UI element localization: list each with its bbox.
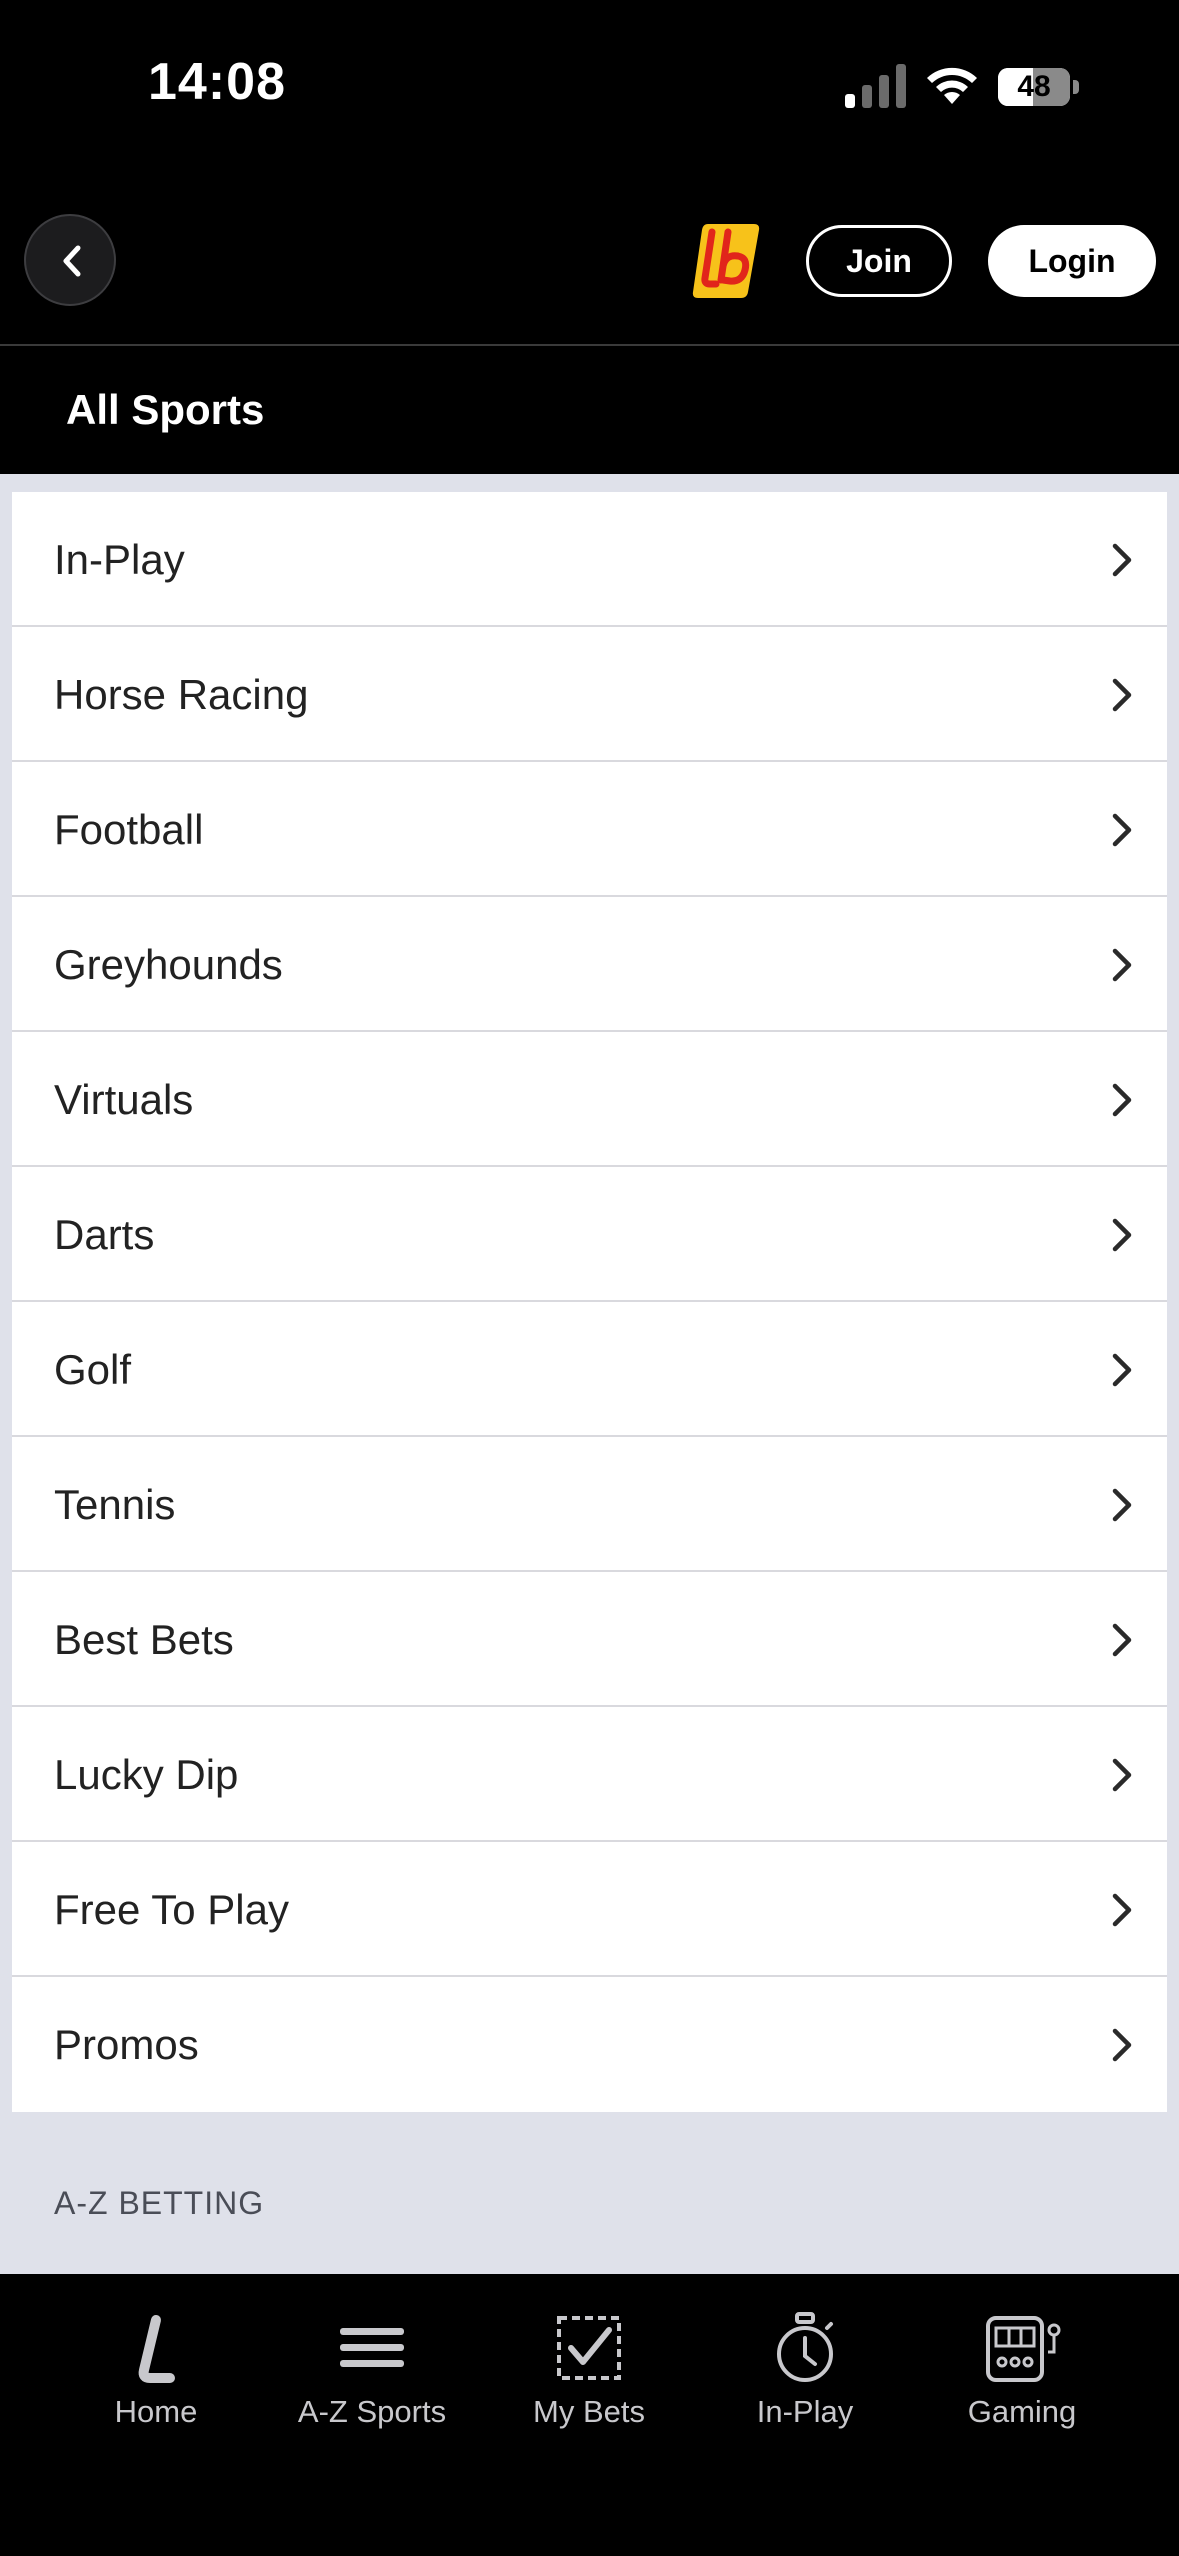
menu-item-label: In-Play [54,536,185,583]
battery-icon: 48 [998,68,1080,106]
menu-item-label: Greyhounds [54,941,283,988]
chevron-right-icon [1112,1353,1132,1387]
chevron-right-icon [1112,2028,1132,2062]
menu-item-label: Darts [54,1211,155,1258]
login-button[interactable]: Login [988,225,1156,297]
battery-level: 48 [1017,70,1051,103]
menu-item-tennis[interactable]: Tennis [12,1437,1167,1572]
tab-label: My Bets [533,2394,645,2429]
chevron-left-icon [63,245,81,277]
menu-item-label: Tennis [54,1481,176,1528]
status-time: 14:08 [148,53,286,111]
chevron-right-icon [1112,1083,1132,1117]
menu-item-label: Football [54,806,204,853]
bottom-tab-bar: Home A-Z Sports My Bets In-Play Gaming [0,2274,1179,2556]
chevron-right-icon [1112,1758,1132,1792]
menu-item-label: Golf [54,1346,132,1393]
menu-item-label: Promos [54,2021,199,2068]
lb-logo[interactable] [690,218,762,302]
tab-label: Home [114,2394,198,2429]
tab-my-bets[interactable]: My Bets [489,2312,689,2452]
chevron-right-icon [1112,1623,1132,1657]
app-header: Join Login [0,190,1179,346]
menu-item-label: Lucky Dip [54,1751,239,1798]
menu-item-virtuals[interactable]: Virtuals [12,1032,1167,1167]
chevron-right-icon [1112,1488,1132,1522]
menu-item-label: Free To Play [54,1886,289,1933]
status-bar: 14:08 48 [0,0,1179,190]
menu-icon [340,2328,404,2367]
wifi-icon [927,67,977,104]
tab-gaming[interactable]: Gaming [922,2312,1122,2452]
home-logo-icon [138,2315,175,2383]
menu-item-best-bets[interactable]: Best Bets [12,1572,1167,1707]
menu-item-lucky-dip[interactable]: Lucky Dip [12,1707,1167,1842]
title-bar: All Sports [0,346,1179,474]
tab-label: Gaming [967,2394,1077,2429]
menu-item-in-play[interactable]: In-Play [12,492,1167,627]
back-button[interactable] [24,214,116,306]
chevron-right-icon [1112,813,1132,847]
tab-home[interactable]: Home [56,2312,256,2452]
menu-item-football[interactable]: Football [12,762,1167,897]
menu-item-label: Best Bets [54,1616,234,1663]
battery-body: 48 [998,68,1070,106]
az-betting-heading: A-Z BETTING [54,2185,265,2221]
chevron-right-icon [1112,678,1132,712]
menu-item-free-to-play[interactable]: Free To Play [12,1842,1167,1977]
menu-item-label: Virtuals [54,1076,194,1123]
chevron-right-icon [1112,1893,1132,1927]
menu-item-horse-racing[interactable]: Horse Racing [12,627,1167,762]
stopwatch-icon [777,2312,833,2382]
page-title: All Sports [66,386,265,433]
menu-item-darts[interactable]: Darts [12,1167,1167,1302]
chevron-right-icon [1112,543,1132,577]
tab-label: A-Z Sports [297,2394,447,2429]
sports-menu-list: In-Play Horse Racing Football Greyhounds… [12,492,1167,2112]
tab-label: In-Play [756,2394,854,2429]
slot-machine-icon [986,2316,1061,2382]
chevron-right-icon [1112,948,1132,982]
join-button[interactable]: Join [806,225,952,297]
menu-item-greyhounds[interactable]: Greyhounds [12,897,1167,1032]
signal-icon [845,64,906,108]
tab-in-play[interactable]: In-Play [705,2312,905,2452]
menu-item-golf[interactable]: Golf [12,1302,1167,1437]
menu-item-promos[interactable]: Promos [12,1977,1167,2112]
tab-a-z-sports[interactable]: A-Z Sports [272,2312,472,2452]
chevron-right-icon [1112,1218,1132,1252]
battery-tip [1073,80,1079,94]
menu-item-label: Horse Racing [54,671,309,718]
bet-slip-icon [557,2316,621,2380]
